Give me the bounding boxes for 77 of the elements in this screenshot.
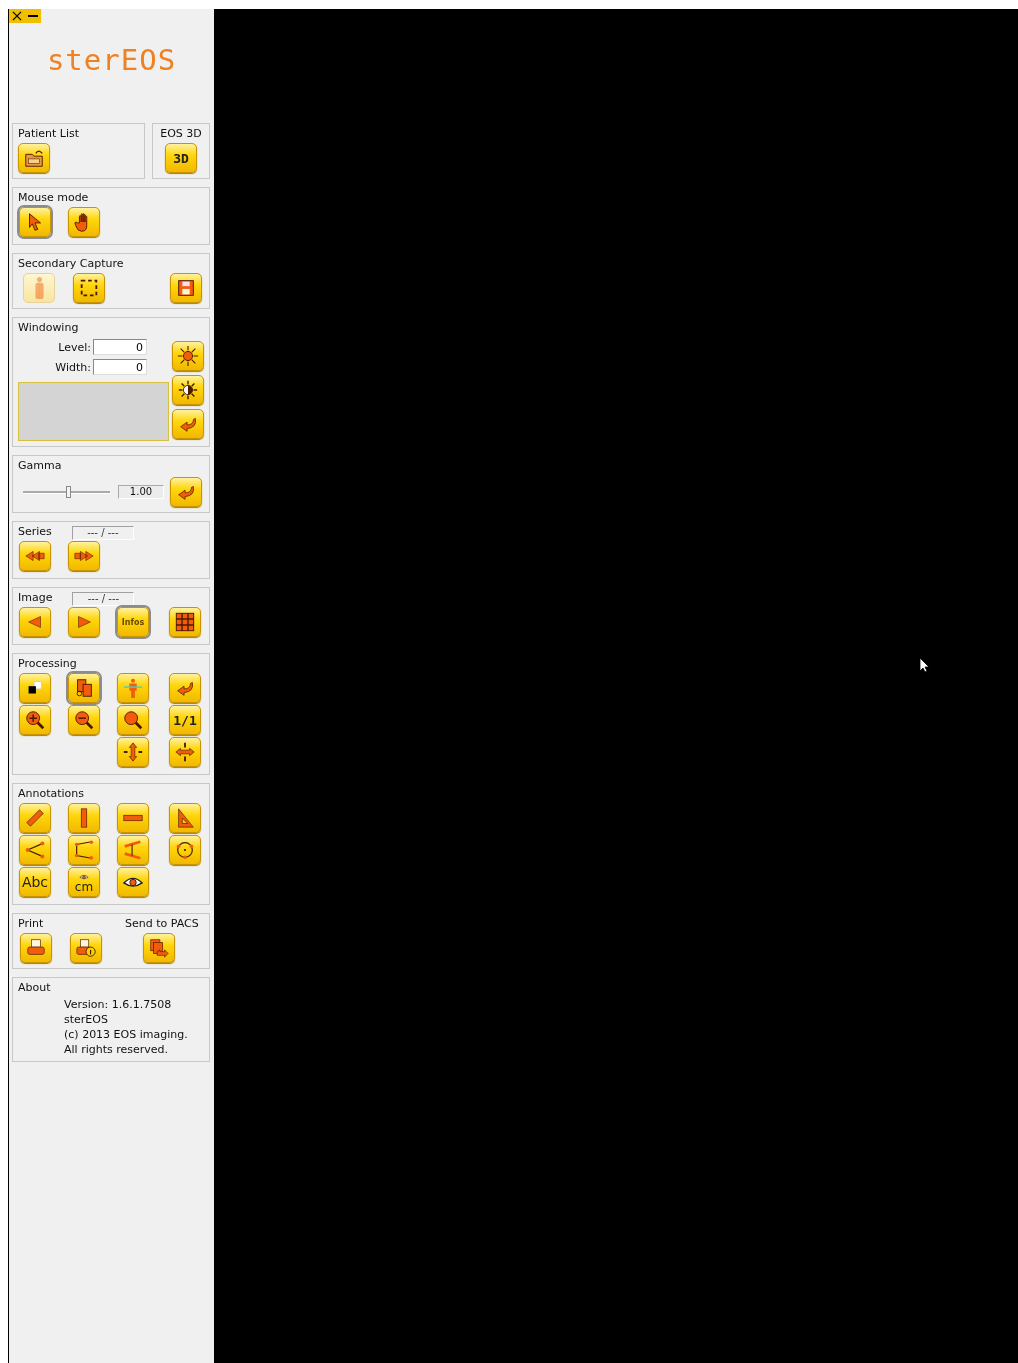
field-label: Width: <box>55 360 91 374</box>
section-title: About <box>18 981 52 996</box>
printer-icon <box>75 937 97 959</box>
tool-button[interactable] <box>117 803 149 833</box>
tool-button[interactable] <box>170 273 202 303</box>
tool-button[interactable] <box>143 933 175 963</box>
section-title: Secondary Capture <box>18 257 125 272</box>
sun-icon <box>177 379 199 401</box>
tool-button[interactable] <box>169 737 201 767</box>
input-field[interactable]: 0 <box>93 359 147 375</box>
section-title: Annotations <box>18 787 86 802</box>
about-text: All rights reserved. <box>64 1043 170 1056</box>
section-title: Processing <box>18 657 78 672</box>
lines-icon <box>73 839 95 861</box>
tool-button[interactable] <box>172 375 204 405</box>
about-text: sterEOS <box>64 1013 109 1026</box>
tool-button[interactable] <box>19 835 51 865</box>
send-icon <box>148 937 170 959</box>
ruler-icon <box>24 807 46 829</box>
section-title: Patient List <box>18 127 81 142</box>
section-title: Send to PACS <box>125 917 199 932</box>
tool-button[interactable]: cm <box>68 867 100 897</box>
slider-thumb[interactable] <box>66 486 72 498</box>
tool-button[interactable]: 3D <box>165 143 197 173</box>
counter-display: --- / --- <box>71 526 134 540</box>
cursor-icon <box>919 657 929 673</box>
tool-button[interactable] <box>117 705 149 735</box>
section-title: Series <box>18 525 52 540</box>
minimize-button[interactable] <box>25 9 41 23</box>
tool-button[interactable] <box>68 705 100 735</box>
close-icon <box>10 9 24 23</box>
about-text: (c) 2013 EOS imaging. <box>64 1028 189 1041</box>
selection-icon <box>78 277 100 299</box>
tool-button[interactable] <box>68 207 100 237</box>
tool-button[interactable] <box>169 607 201 637</box>
logo: sterEOS <box>46 43 177 77</box>
angle-icon <box>24 839 46 861</box>
zoom-out-icon <box>73 709 95 731</box>
about-text: Version: 1.6.1.7508 <box>64 998 173 1011</box>
section-title: Mouse mode <box>18 191 90 206</box>
vertical-arrow-icon <box>122 741 144 763</box>
input-field[interactable]: 0 <box>93 339 147 355</box>
minimize-icon <box>28 15 38 17</box>
circle-icon <box>174 839 196 861</box>
tool-button[interactable] <box>18 143 50 173</box>
section-title: Image <box>18 591 53 606</box>
save-icon <box>175 277 197 299</box>
sun-icon <box>177 345 199 367</box>
section-title: Print <box>18 917 45 932</box>
tool-button[interactable] <box>169 835 201 865</box>
tool-button[interactable] <box>68 673 100 703</box>
section-title: Windowing <box>18 321 80 336</box>
tool-button[interactable] <box>19 673 51 703</box>
layers-icon <box>73 677 95 699</box>
tool-button[interactable] <box>73 273 105 303</box>
section-title: EOS 3D <box>160 127 202 142</box>
field-label: Level: <box>58 340 91 354</box>
value-display: 1.00 <box>118 485 164 499</box>
tool-button[interactable] <box>68 803 100 833</box>
tool-button[interactable]: 1/1 <box>169 705 201 735</box>
figure-icon <box>122 677 144 699</box>
zoom-in-icon <box>24 709 46 731</box>
tool-button[interactable] <box>19 207 51 237</box>
horizontal-arrow-icon <box>174 741 196 763</box>
tool-button[interactable] <box>68 835 100 865</box>
parallel-lines-icon <box>122 839 144 861</box>
tool-button[interactable] <box>172 341 204 371</box>
grid-icon <box>174 611 196 633</box>
tool-button[interactable]: Abc <box>19 867 51 897</box>
tool-button[interactable] <box>117 867 149 897</box>
close-button[interactable] <box>9 9 25 23</box>
section-title: Gamma <box>18 459 63 474</box>
tool-button[interactable] <box>70 933 102 963</box>
tool-button[interactable]: Infos <box>117 607 149 637</box>
figure-icon <box>34 277 44 299</box>
tool-button[interactable] <box>19 705 51 735</box>
magnifier-icon <box>122 709 144 731</box>
